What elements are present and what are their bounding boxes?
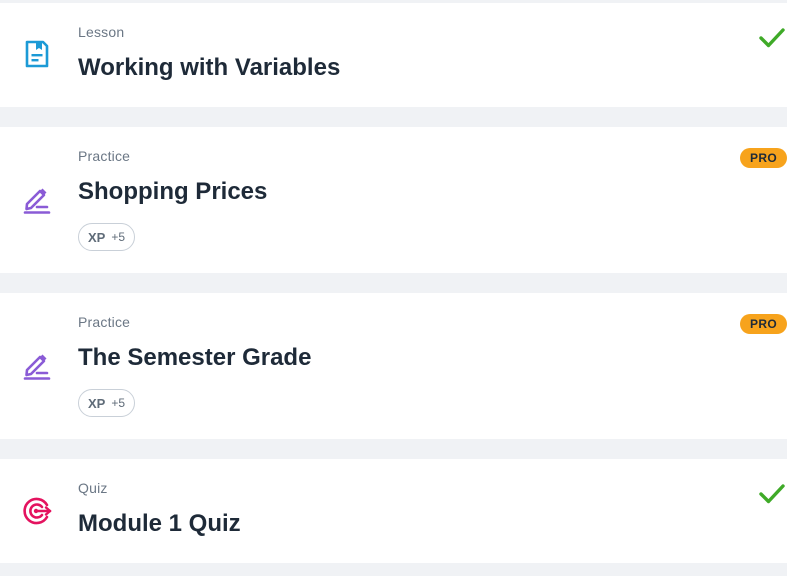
pro-badge: PRO bbox=[740, 314, 787, 334]
item-type-label: Lesson bbox=[78, 24, 125, 40]
item-type-label: Practice bbox=[78, 314, 131, 330]
xp-label: XP bbox=[88, 395, 106, 411]
lesson-item-working-with-variables[interactable]: Lesson Working with Variables bbox=[0, 3, 787, 107]
xp-badge: XP +5 bbox=[78, 223, 136, 251]
item-title[interactable]: Shopping Prices bbox=[78, 178, 267, 206]
item-type-label: Quiz bbox=[78, 480, 108, 496]
item-title[interactable]: Working with Variables bbox=[78, 54, 340, 82]
pro-badge: PRO bbox=[740, 148, 787, 168]
target-icon bbox=[22, 496, 52, 526]
xp-badge: XP +5 bbox=[78, 389, 136, 417]
lesson-list: Lesson Working with Variables Practice S… bbox=[0, 0, 787, 576]
completed-check-icon bbox=[759, 27, 785, 49]
item-type-label: Practice bbox=[78, 148, 131, 164]
pencil-edit-icon bbox=[22, 351, 52, 381]
xp-value: +5 bbox=[111, 230, 126, 244]
xp-label: XP bbox=[88, 229, 106, 245]
quiz-item-module-1-quiz[interactable]: Quiz Module 1 Quiz bbox=[0, 459, 787, 563]
item-title[interactable]: The Semester Grade bbox=[78, 344, 311, 372]
item-title[interactable]: Module 1 Quiz bbox=[78, 510, 241, 538]
practice-item-semester-grade[interactable]: Practice The Semester Grade PRO XP +5 bbox=[0, 293, 787, 439]
completed-check-icon bbox=[759, 483, 785, 505]
lesson-book-icon bbox=[22, 39, 52, 69]
pencil-edit-icon bbox=[22, 185, 52, 215]
practice-item-shopping-prices[interactable]: Practice Shopping Prices PRO XP +5 bbox=[0, 127, 787, 273]
xp-value: +5 bbox=[111, 396, 126, 410]
